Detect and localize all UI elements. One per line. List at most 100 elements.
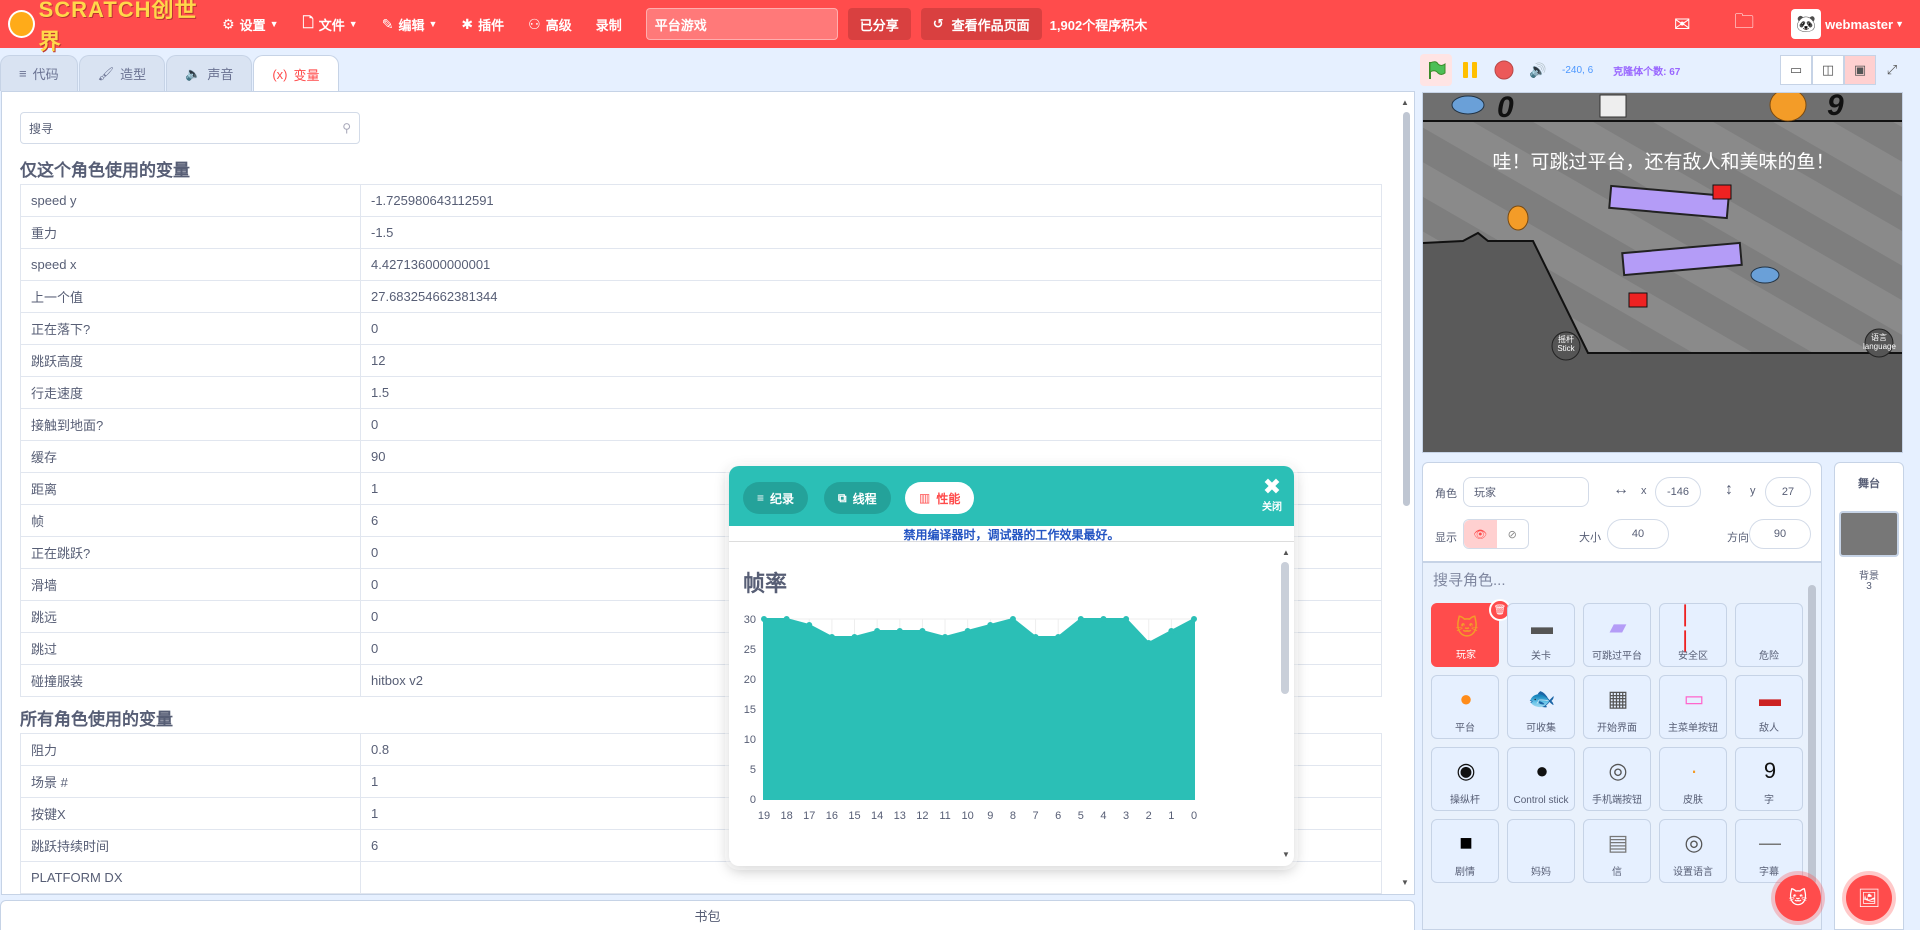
my-stuff-folder-icon[interactable]: 🗀 (1713, 7, 1775, 41)
threads-icon: ⧉ (838, 490, 847, 505)
debugger-header[interactable]: ≡ 纪录 ⧉ 线程 ▥ 性能 ✖ 关闭 (729, 466, 1294, 526)
pause-button[interactable] (1454, 54, 1486, 86)
debugger-tab-performance[interactable]: ▥ 性能 (905, 482, 975, 514)
pencil-icon: ✎ (381, 15, 394, 32)
mute-button[interactable]: 🔊 (1522, 54, 1554, 86)
variable-value[interactable]: 0 (360, 312, 1382, 345)
sprite-tile[interactable]: ● Control stick (1507, 747, 1575, 811)
debugger-scrollbar[interactable] (1281, 562, 1289, 694)
sprite-name: 手机端按钮 (1592, 795, 1642, 806)
sprite-tile[interactable]: — 字幕 (1735, 819, 1803, 883)
scroll-up-icon[interactable]: ▲ (1401, 98, 1409, 107)
sprite-tile[interactable]: ▦ 开始界面 (1583, 675, 1651, 739)
stage-selector[interactable]: 舞台 背景 3 (1834, 462, 1904, 930)
size-input[interactable]: 40 (1607, 519, 1669, 549)
costume-icon: 🖌 (97, 65, 115, 81)
show-eye-icon[interactable]: 👁 (1464, 520, 1497, 548)
data-point (1100, 616, 1107, 622)
sprite-tile[interactable]: 9字 (1735, 747, 1803, 811)
sprite-tile[interactable]: · 皮肤 (1659, 747, 1727, 811)
sprite-tile[interactable]: 危险 (1735, 603, 1803, 667)
debugger-close-button[interactable]: ✖ 关闭 (1262, 474, 1282, 514)
variable-value[interactable]: 27.683254662381344 (360, 280, 1382, 313)
language-button[interactable]: 语言 language (1863, 333, 1896, 351)
variable-value[interactable]: 1.5 (360, 376, 1382, 409)
shared-button[interactable]: 已分享 (847, 8, 911, 40)
sprite-tile[interactable]: ◎ 手机端按钮 (1583, 747, 1651, 811)
see-project-page-button[interactable]: ↺ 查看作品页面 (920, 8, 1042, 40)
add-sprite-button[interactable]: 🐱 (1775, 875, 1821, 921)
variable-value[interactable]: 4.427136000000001 (360, 248, 1382, 281)
sprite-list-scrollbar[interactable] (1808, 585, 1816, 885)
stick-button[interactable]: 摇杆 Stick (1552, 335, 1580, 353)
sprite-tile[interactable]: ◉ 操纵杆 (1431, 747, 1499, 811)
variables-scrollbar[interactable]: ▲ ▼ (1401, 98, 1411, 888)
scrollbar-thumb[interactable] (1403, 112, 1410, 506)
fullscreen-icon[interactable]: ⤢ (1876, 55, 1908, 85)
close-icon: ✖ (1262, 474, 1282, 499)
menu-edit[interactable]: ✎ 编辑 ▼ (370, 0, 450, 48)
top-right-area: ✉ 🗀 🐼 webmaster ▼ (1651, 0, 1920, 48)
scroll-up-icon[interactable]: ▲ (1282, 548, 1290, 557)
sprite-tile[interactable]: ■ 剧情 (1431, 819, 1499, 883)
score-left: 0 (1497, 92, 1514, 124)
sprite-tile[interactable]: ▬ 关卡 (1507, 603, 1575, 667)
variable-value[interactable]: -1.725980643112591 (360, 184, 1382, 217)
menu-settings[interactable]: ⚙ 设置 ▼ (210, 0, 291, 48)
sprite-tile[interactable]: 妈妈 (1507, 819, 1575, 883)
x-input[interactable]: -146 (1655, 477, 1701, 507)
variable-name: 按键X (20, 797, 361, 830)
project-title-input[interactable]: 平台游戏 (645, 8, 838, 40)
green-flag-button[interactable] (1420, 54, 1452, 86)
variable-value[interactable]: 12 (360, 344, 1382, 377)
variable-value[interactable] (360, 861, 1382, 894)
menu-file[interactable]: 🗋 文件 ▼ (291, 0, 370, 48)
sprite-tile[interactable]: ◎ 设置语言 (1659, 819, 1727, 883)
small-stage-icon[interactable]: ▭ (1780, 55, 1812, 85)
add-backdrop-button[interactable]: 🖼 (1846, 875, 1892, 921)
stage-canvas[interactable]: 0 9 哇！可跳过平台，还有敌人和美味的鱼！ 摇杆 Stick 语言 langu… (1422, 92, 1903, 453)
data-point (874, 628, 881, 634)
sprite-tile[interactable]: ▰ 可跳过平台 (1583, 603, 1651, 667)
data-point (964, 628, 971, 634)
sprite-tile[interactable]: ▬ 敌人 (1735, 675, 1803, 739)
sprite-search-input[interactable]: 搜寻角色... (1433, 569, 1506, 590)
sprite-name-input[interactable]: 玩家 (1463, 477, 1589, 507)
scroll-down-icon[interactable]: ▼ (1282, 850, 1290, 859)
menu-advanced[interactable]: ⚇ 高级 (516, 0, 584, 48)
tab-sounds[interactable]: 🔈 声音 (166, 55, 253, 91)
add-sprite-icon: 🐱 (1788, 887, 1808, 908)
backpack-bar[interactable]: 书包 (0, 900, 1415, 930)
account-menu[interactable]: 🐼 webmaster ▼ (1775, 9, 1920, 39)
menu-addons[interactable]: ✱ 插件 (449, 0, 516, 48)
stop-button[interactable] (1488, 54, 1520, 86)
variable-row: speed y -1.725980643112591 (20, 184, 1382, 217)
normal-stage-icon[interactable]: ◫ (1812, 55, 1844, 85)
sprite-tile[interactable]: ▤ 信 (1583, 819, 1651, 883)
menu-record[interactable]: 录制 (584, 0, 634, 48)
direction-input[interactable]: 90 (1749, 519, 1811, 549)
large-stage-icon[interactable]: ▣ (1844, 55, 1876, 85)
variable-value[interactable]: -1.5 (360, 216, 1382, 249)
scroll-down-icon[interactable]: ▼ (1401, 878, 1409, 887)
sprite-tile[interactable]: ● 平台 (1431, 675, 1499, 739)
sprite-tile[interactable]: 🐟 可收集 (1507, 675, 1575, 739)
debugger-tab-logs[interactable]: ≡ 纪录 (743, 482, 809, 514)
tab-variables[interactable]: (x) 变量 (253, 55, 339, 92)
sprite-tile[interactable]: ❘ ❘ 安全区 (1659, 601, 1727, 667)
x-tick-label: 10 (962, 810, 974, 822)
debugger-tab-threads[interactable]: ⧉ 线程 (824, 482, 891, 514)
y-input[interactable]: 27 (1765, 477, 1811, 507)
y-tick-label: 15 (744, 704, 756, 716)
sprite-name: 关卡 (1531, 651, 1551, 662)
sprite-tile[interactable]: 🐱 玩家 🗑 (1431, 599, 1511, 667)
variable-value[interactable]: 0 (360, 408, 1382, 441)
tab-code[interactable]: ≡ 代码 (0, 55, 78, 91)
messages-icon[interactable]: ✉ (1651, 12, 1713, 37)
sprite-thumbnail: ● (1535, 758, 1549, 783)
logo[interactable]: SCRATCH创世界 (0, 0, 210, 54)
hide-eye-icon[interactable]: ⊘ (1497, 520, 1529, 548)
sprite-tile[interactable]: ▭ 主菜单按钮 (1659, 675, 1727, 739)
variable-search-input[interactable]: 搜寻 ⚲ (20, 112, 360, 144)
tab-costumes[interactable]: 🖌 造型 (78, 55, 166, 91)
